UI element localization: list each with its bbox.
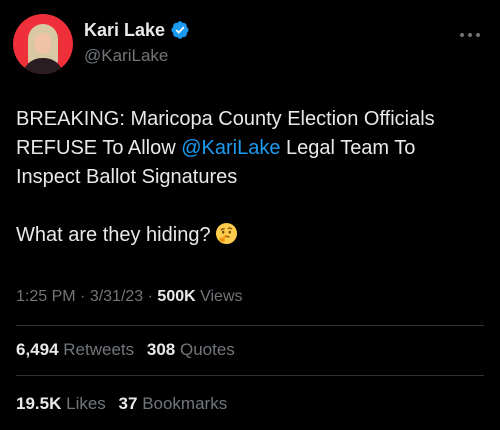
- author-display-name[interactable]: Kari Lake: [84, 19, 165, 41]
- tweet-detail: Kari Lake @KariLake BREAKING: Maricopa C…: [0, 0, 500, 430]
- mention-link[interactable]: @KariLake: [181, 137, 280, 159]
- tweet-text-fragment: REFUSE To Allow: [16, 137, 182, 159]
- meta-separator: ·: [75, 288, 90, 305]
- quotes-count: 308: [146, 340, 176, 359]
- retweets-count: 6,494: [16, 340, 59, 359]
- tweet-text-fragment: Legal Team To: [280, 137, 416, 159]
- retweets-stat[interactable]: 6,494 Retweets: [16, 340, 134, 359]
- more-options-icon[interactable]: [460, 32, 480, 38]
- tweet-text-line: What are they hiding?: [16, 221, 486, 250]
- thinking-face-icon: [215, 222, 238, 245]
- tweet-text-line: Inspect Ballot Signatures: [16, 166, 238, 188]
- avatar-face: [35, 33, 51, 54]
- meta-separator: ·: [143, 288, 158, 305]
- tweet-text: BREAKING: Maricopa County Election Offic…: [16, 105, 486, 250]
- retweets-label: Retweets: [63, 340, 135, 359]
- bookmarks-stat[interactable]: 37 Bookmarks: [119, 394, 228, 413]
- divider: [16, 375, 484, 376]
- views-count: 500K: [157, 288, 196, 305]
- tweet-date[interactable]: 3/31/23: [90, 288, 143, 305]
- bookmarks-label: Bookmarks: [142, 394, 228, 413]
- engagement-stats-row-2: 19.5K Likes 37 Bookmarks: [16, 393, 235, 415]
- tweet-meta: 1:25 PM · 3/31/23 · 500K Views: [16, 287, 243, 307]
- tweet-time[interactable]: 1:25 PM: [16, 288, 76, 305]
- likes-count: 19.5K: [16, 394, 62, 413]
- likes-stat[interactable]: 19.5K Likes: [16, 394, 106, 413]
- engagement-stats-row-1: 6,494 Retweets 308 Quotes: [16, 339, 243, 361]
- bookmarks-count: 37: [118, 394, 138, 413]
- divider: [16, 325, 484, 326]
- quotes-stat[interactable]: 308 Quotes: [147, 340, 235, 359]
- author-name-row[interactable]: Kari Lake: [84, 19, 190, 41]
- likes-label: Likes: [66, 394, 106, 413]
- verified-badge-icon: [170, 20, 190, 40]
- quotes-label: Quotes: [180, 340, 235, 359]
- views-label: Views: [195, 288, 243, 305]
- avatar[interactable]: [13, 14, 73, 74]
- tweet-text-line: REFUSE To Allow @KariLake Legal Team To: [16, 134, 486, 163]
- tweet-text-line: BREAKING: Maricopa County Election Offic…: [16, 108, 435, 130]
- author-handle[interactable]: @KariLake: [84, 45, 168, 67]
- tweet-question-text: What are they hiding?: [16, 224, 211, 246]
